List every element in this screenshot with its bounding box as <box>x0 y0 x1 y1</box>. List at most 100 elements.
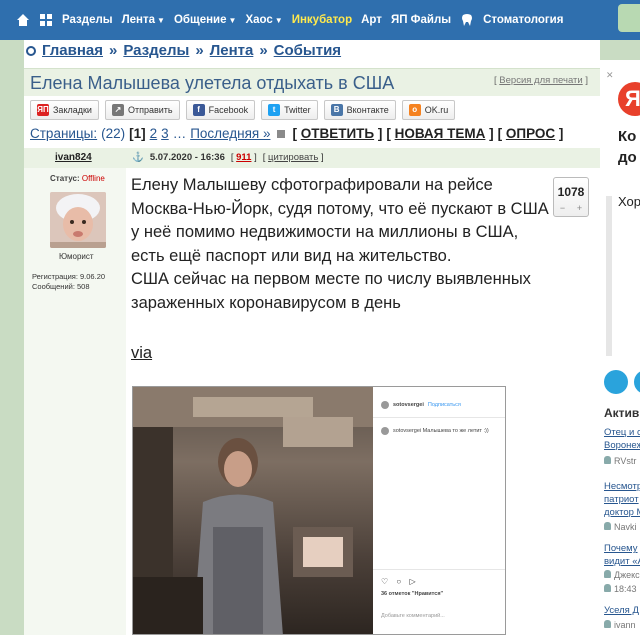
quote-wrap: [ цитировать ] <box>262 152 324 163</box>
post-author[interactable]: ivan824 <box>55 152 92 163</box>
instagram-follow: Подписаться <box>427 402 461 408</box>
nav-art[interactable]: Арт <box>361 14 382 26</box>
reply-action: [ ОТВЕТИТЬ ] <box>292 126 383 141</box>
chevron-down-icon: ▼ <box>274 16 283 25</box>
post-meta: ⚓ 5.07.2020 - 16:36 [ 911 ] [ цитировать… <box>132 152 324 163</box>
new-topic-action: [ НОВАЯ ТЕМА ] <box>386 126 494 141</box>
ad-line-3: Хор <box>618 194 640 209</box>
user-stats: Регистрация: 9.06.20 Сообщений: 508 <box>32 272 105 292</box>
nav-art-label: Арт <box>361 14 382 26</box>
ad-line-1: Ко <box>618 128 637 145</box>
last-page-link[interactable]: Последняя » <box>190 126 270 141</box>
page-link-2[interactable]: 2 <box>150 126 158 141</box>
post-number-wrap: [ 911 ] <box>230 152 257 163</box>
post-text-paragraph-1: Елену Малышеву сфотографировали на рейсе… <box>131 176 549 265</box>
twitter-label: Twitter <box>284 105 311 115</box>
scrollbar[interactable] <box>606 196 612 356</box>
topic-line: Отец и с <box>604 427 640 438</box>
grid-icon[interactable] <box>39 13 53 27</box>
print-version-link[interactable]: Версия для печати <box>499 75 582 86</box>
breadcrumb-sections[interactable]: Разделы <box>123 42 189 59</box>
facebook-label: Facebook <box>208 105 249 115</box>
avatar[interactable] <box>50 192 106 248</box>
page-link-3[interactable]: 3 <box>161 126 169 141</box>
pages-count: (22) <box>101 126 126 141</box>
topic-line: патриот <box>604 494 639 505</box>
topic-time: 18:43 <box>614 584 637 594</box>
vk-icon: В <box>330 104 343 116</box>
twitter-icon: t <box>268 104 281 116</box>
nav-feed[interactable]: Лента ▼ <box>122 14 165 26</box>
poll-button[interactable]: ОПРОС <box>506 126 555 141</box>
nav-chaos[interactable]: Хаос ▼ <box>245 14 282 26</box>
instagram-likes: 36 отметок "Нравится" <box>381 591 444 597</box>
nav-communication-label: Общение <box>173 14 227 26</box>
pages-label[interactable]: Страницы: <box>30 126 97 141</box>
sidebar-topic-1[interactable]: Отец и с Воронеж <box>604 426 640 452</box>
nav-dentistry-label: Стоматология <box>483 14 564 26</box>
telegram-icon[interactable] <box>604 370 628 394</box>
via-link[interactable]: via <box>131 342 152 366</box>
post-number[interactable]: 911 <box>236 152 251 163</box>
author-name: Navki <box>614 522 637 532</box>
nav-incubator[interactable]: Инкубатор <box>292 14 352 26</box>
sidebar-topic-2[interactable]: Несмотр патриот доктор М <box>604 480 640 519</box>
rating-minus-button[interactable]: − <box>560 203 565 213</box>
new-topic-button[interactable]: НОВАЯ ТЕМА <box>395 126 486 141</box>
instagram-panel: sotovsergei Подписаться sotovsergei Малыш… <box>373 387 505 634</box>
anchor-icon[interactable]: ⚓ <box>132 152 144 163</box>
topic-line: видит «А <box>604 556 640 567</box>
instagram-header: sotovsergei Подписаться <box>381 401 461 409</box>
author-name: ivann <box>614 620 636 630</box>
sidebar-topic-1-author: RVstr <box>604 456 636 466</box>
left-background-stripe <box>0 40 24 635</box>
close-icon[interactable]: ✕ <box>606 70 614 81</box>
facebook-button[interactable]: f Facebook <box>185 100 256 120</box>
nav-communication[interactable]: Общение ▼ <box>174 14 236 26</box>
sidebar-topic-4-author: ivann <box>604 620 636 630</box>
nav-yap-files-label: ЯП Файлы <box>390 14 452 26</box>
pages-ellipsis: … <box>172 126 187 141</box>
status-value: Offline <box>81 174 105 183</box>
topic-title-bar: Елена Малышева улетела отдыхать в США [ … <box>24 68 600 96</box>
breadcrumb-feed[interactable]: Лента <box>210 42 254 59</box>
nav-yap-files[interactable]: ЯП Файлы <box>391 14 451 26</box>
side-tab-button[interactable] <box>618 4 640 32</box>
instagram-action-icons: ♡ ○ ▷ <box>381 577 419 586</box>
vkontakte-button[interactable]: В Вконтакте <box>323 100 396 120</box>
sidebar-topic-3[interactable]: Почему видит «А <box>604 542 640 568</box>
breadcrumb-dot-icon <box>26 45 36 56</box>
nav-sections[interactable]: Разделы <box>62 14 113 26</box>
breadcrumb-separator: » <box>109 42 118 59</box>
social-icon[interactable] <box>634 370 640 394</box>
okru-button[interactable]: о OK.ru <box>401 100 456 120</box>
send-button[interactable]: ↗ Отправить <box>104 100 180 120</box>
bookmarks-label: Закладки <box>53 105 92 115</box>
quote-link[interactable]: цитировать <box>268 152 318 163</box>
yap-logo-icon: ЯП <box>37 104 49 116</box>
breadcrumb-home[interactable]: Главная <box>42 42 103 59</box>
ok-icon: о <box>408 104 421 116</box>
twitter-button[interactable]: t Twitter <box>261 100 318 120</box>
breadcrumb-events[interactable]: События <box>274 42 341 59</box>
yandex-logo-icon[interactable]: Я <box>618 82 640 116</box>
ad-line-2: до <box>618 149 637 166</box>
post-text-paragraph-2: США сейчас на первом месте по числу выяв… <box>131 270 531 312</box>
nav-dentistry[interactable]: Стоматология <box>483 14 563 26</box>
active-topics-heading: Актив <box>604 406 640 420</box>
top-navigation-bar: Разделы Лента ▼ Общение ▼ Хаос ▼ Инкубатор … <box>0 0 640 40</box>
rating-value: 1078 <box>557 185 585 199</box>
post-image[interactable]: sotovsergei Подписаться sotovsergei Малыш… <box>132 386 506 635</box>
rating-plus-button[interactable]: + <box>577 203 582 213</box>
nav-incubator-label: Инкубатор <box>291 14 353 26</box>
square-icon <box>277 129 286 138</box>
topic-line: доктор М <box>604 507 640 518</box>
sidebar-topic-4[interactable]: Уселя Д <box>604 604 639 617</box>
sidebar-topic-2-author: Navki <box>604 522 637 532</box>
bookmarks-button[interactable]: ЯП Закладки <box>30 100 99 120</box>
facebook-icon: f <box>192 104 205 116</box>
topic-line: Несмотр <box>604 481 640 492</box>
reply-button[interactable]: ОТВЕТИТЬ <box>301 126 374 141</box>
home-icon[interactable] <box>16 13 30 27</box>
chevron-down-icon: ▼ <box>228 16 237 25</box>
